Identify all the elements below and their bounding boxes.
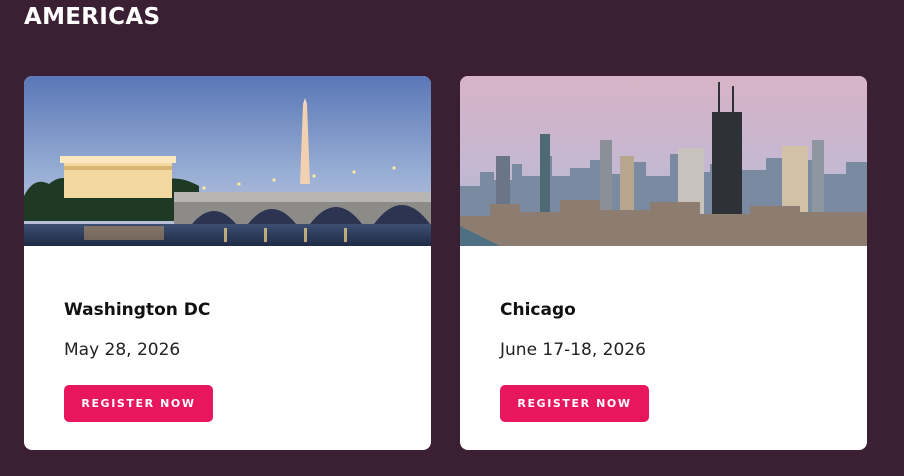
event-city: Washington DC: [64, 300, 211, 320]
event-city: Chicago: [500, 300, 576, 320]
event-date: May 28, 2026: [64, 340, 181, 360]
washington-dc-photo: [24, 76, 431, 246]
event-card-washington-dc[interactable]: Washington DC May 28, 2026 REGISTER NOW: [24, 76, 431, 450]
register-now-button[interactable]: REGISTER NOW: [64, 385, 213, 422]
section-title: AMERICAS: [24, 4, 161, 30]
register-now-button[interactable]: REGISTER NOW: [500, 385, 649, 422]
event-date: June 17-18, 2026: [500, 340, 646, 360]
chicago-photo: [460, 76, 867, 246]
event-card-chicago[interactable]: Chicago June 17-18, 2026 REGISTER NOW: [460, 76, 867, 450]
